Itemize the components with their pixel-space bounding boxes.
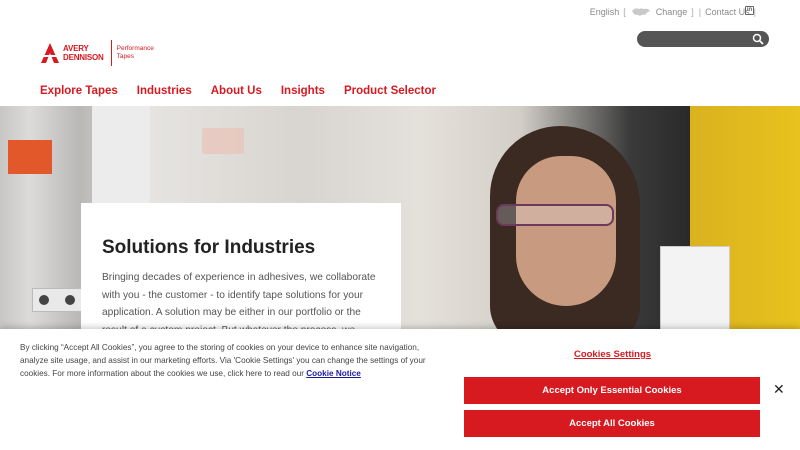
logo-line-2: DENNISON	[63, 53, 104, 62]
page-title: Solutions for Industries	[102, 237, 316, 258]
search-icon[interactable]	[752, 33, 764, 45]
nav-product-selector[interactable]: Product Selector	[344, 85, 436, 97]
hero-exit-sign	[202, 128, 244, 154]
cookie-message: By clicking “Accept All Cookies”, you ag…	[20, 341, 440, 380]
accept-essential-cookies-button[interactable]: Accept Only Essential Cookies	[464, 377, 760, 404]
brand-logo[interactable]: AVERY DENNISON Performance Tapes	[40, 40, 154, 66]
avery-dennison-mark-icon	[41, 43, 59, 63]
hero-lab-box	[660, 246, 730, 336]
safety-glasses	[496, 204, 614, 226]
utility-links: English [ Change ] | Contact Us |	[589, 6, 756, 18]
linkedin-icon[interactable]: in	[745, 6, 754, 15]
contact-us-link[interactable]: Contact Us	[705, 7, 750, 17]
nav-industries[interactable]: Industries	[137, 85, 192, 97]
accept-all-cookies-button[interactable]: Accept All Cookies	[464, 410, 760, 437]
nav-about-us[interactable]: About Us	[211, 85, 262, 97]
logo-sub-1: Performance	[116, 45, 154, 52]
cookie-notice-link[interactable]: Cookie Notice	[306, 369, 361, 378]
hero-wall-sockets	[32, 288, 82, 312]
logo-line-1: AVERY	[63, 44, 89, 53]
search-input[interactable]	[637, 31, 769, 47]
globe-icon	[630, 6, 652, 18]
utility-bar: English [ Change ] | Contact Us | in	[0, 0, 800, 24]
logo-divider	[110, 40, 112, 66]
nav-explore-tapes[interactable]: Explore Tapes	[40, 85, 118, 97]
cookie-banner: By clicking “Accept All Cookies”, you ag…	[0, 329, 800, 450]
change-language-link[interactable]: Change	[656, 7, 688, 17]
hero-orange-label	[8, 140, 52, 174]
close-icon[interactable]: ✕	[773, 381, 785, 398]
main-nav: Explore Tapes Industries About Us Insigh…	[40, 85, 436, 97]
cookies-settings-link[interactable]: Cookies Settings	[465, 349, 760, 360]
nav-insights[interactable]: Insights	[281, 85, 325, 97]
language-label[interactable]: English	[590, 7, 620, 17]
logo-sub-2: Tapes	[116, 53, 134, 60]
cookie-message-text: By clicking “Accept All Cookies”, you ag…	[20, 343, 426, 378]
